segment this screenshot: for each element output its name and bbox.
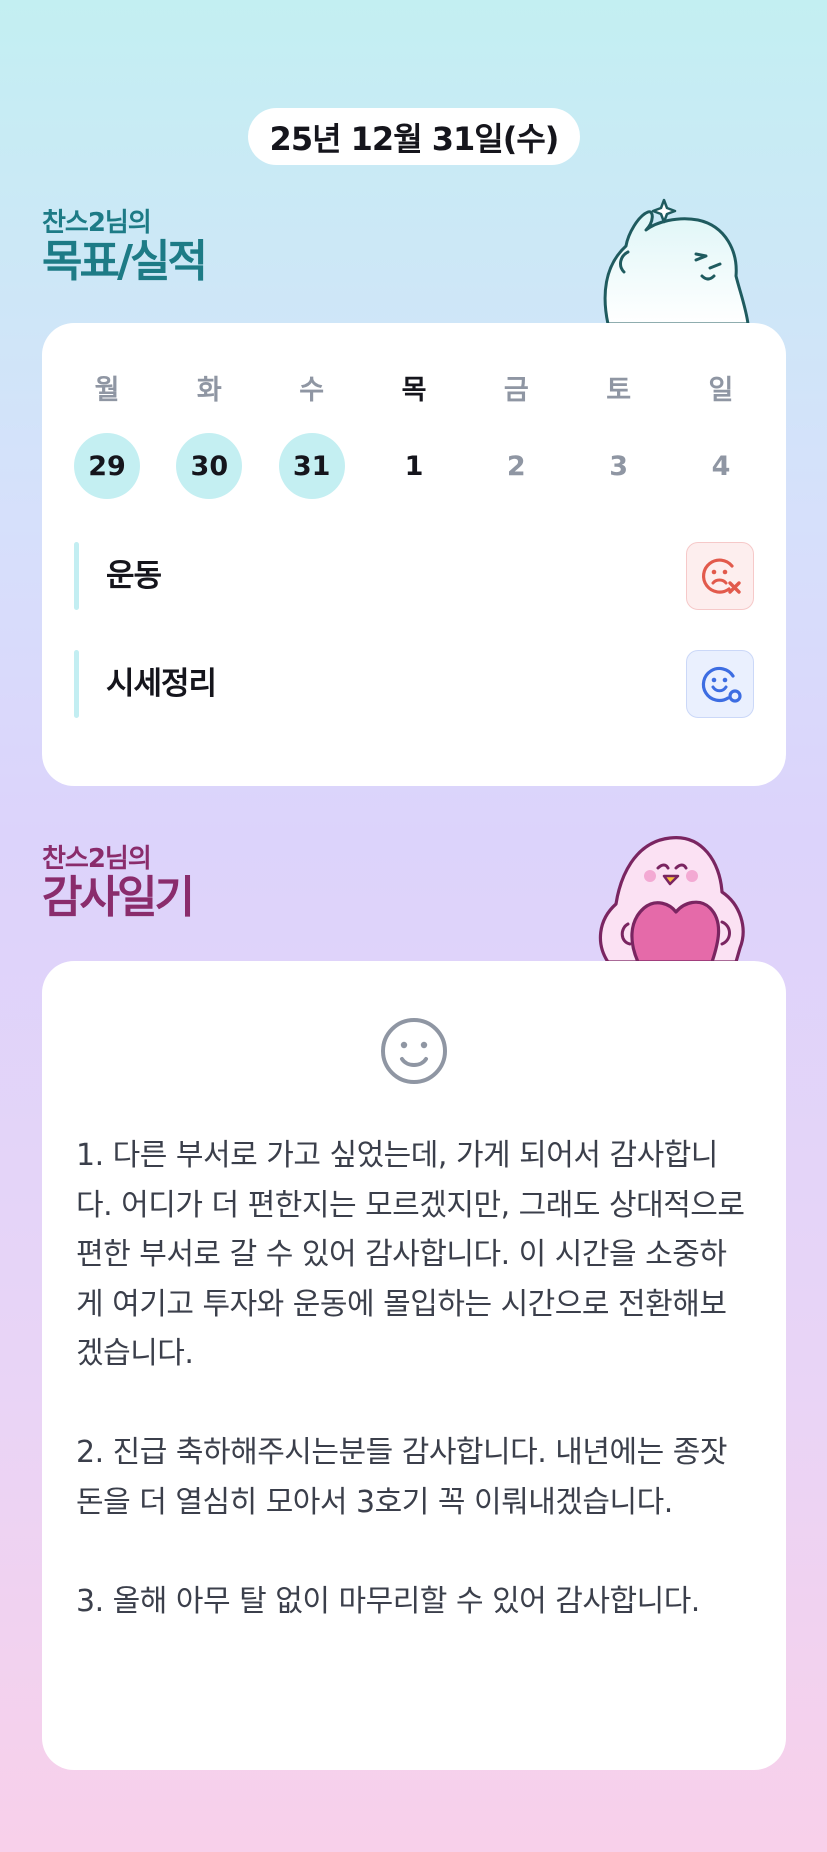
week-calendar: 월 29 화 30 수 31 목 1 금 2 토 3 일 4	[70, 373, 758, 499]
gratitude-entry: 2. 진급 축하해주시는분들 감사합니다. 내년에는 종잣돈을 더 열심히 모아…	[76, 1435, 727, 1520]
day-tue[interactable]: 화 30	[172, 373, 246, 499]
day-of-week: 화	[196, 375, 222, 406]
day-of-week: 일	[708, 375, 734, 406]
gratitude-entry: 3. 올해 아무 탈 없이 마무리할 수 있어 감사합니다.	[76, 1583, 700, 1619]
ghost-mascot-thumbs-up-icon	[603, 198, 750, 324]
goal-accent-bar	[74, 650, 79, 718]
goals-section-title: 찬스2님의 목표/실적	[42, 208, 208, 287]
gratitude-diary-text: 1. 다른 부서로 가고 싶었는데, 가게 되어서 감사합니다. 어디가 더 편…	[76, 1131, 752, 1626]
goal-accent-bar	[74, 542, 79, 610]
goals-card: 월 29 화 30 수 31 목 1 금 2 토 3 일 4 운동 시세정리	[42, 323, 786, 786]
day-fri[interactable]: 금 2	[479, 373, 553, 499]
sad-face-x-icon	[701, 558, 741, 594]
day-of-week: 수	[299, 375, 325, 406]
goals-subtitle: 찬스2님의	[42, 208, 152, 238]
day-of-week: 월	[94, 375, 120, 406]
date-circle: 3	[609, 450, 629, 482]
date-circle: 29	[74, 433, 140, 499]
day-of-week: 토	[606, 375, 632, 406]
gratitude-subtitle: 찬스2님의	[42, 844, 152, 874]
gratitude-entry: 1. 다른 부서로 가고 싶었는데, 가게 되어서 감사합니다. 어디가 더 편…	[76, 1138, 745, 1371]
day-mon[interactable]: 월 29	[70, 373, 144, 499]
date-circle: 30	[176, 433, 243, 499]
goal-status-fail-button[interactable]	[686, 542, 754, 610]
date-circle: 31	[278, 433, 345, 499]
date-circle: 4	[711, 450, 731, 482]
goal-label: 시세정리	[106, 666, 217, 702]
smile-face-check-icon	[701, 666, 742, 703]
goal-label: 운동	[106, 558, 162, 594]
day-of-week: 목	[401, 375, 427, 406]
date-circle: 1	[404, 450, 424, 482]
goal-status-success-button[interactable]	[686, 650, 754, 718]
day-of-week: 금	[503, 375, 529, 406]
day-sun[interactable]: 일 4	[684, 373, 758, 499]
date-circle: 2	[506, 450, 526, 482]
day-sat[interactable]: 토 3	[582, 373, 656, 499]
date-label[interactable]: 25년 12월 31일(수)	[248, 108, 580, 165]
gratitude-section-title: 찬스2님의 감사일기	[42, 844, 195, 923]
goals-title: 목표/실적	[42, 236, 208, 287]
smile-face-icon[interactable]	[379, 1016, 449, 1086]
day-thu[interactable]: 목 1	[377, 373, 451, 499]
goal-item-exercise[interactable]: 운동	[74, 542, 754, 610]
day-wed[interactable]: 수 31	[275, 373, 349, 499]
gratitude-card: 1. 다른 부서로 가고 싶었는데, 가게 되어서 감사합니다. 어디가 더 편…	[42, 961, 786, 1770]
gratitude-title: 감사일기	[42, 872, 195, 923]
pink-mascot-heart-icon	[598, 836, 745, 962]
goal-item-price-review[interactable]: 시세정리	[74, 650, 754, 718]
